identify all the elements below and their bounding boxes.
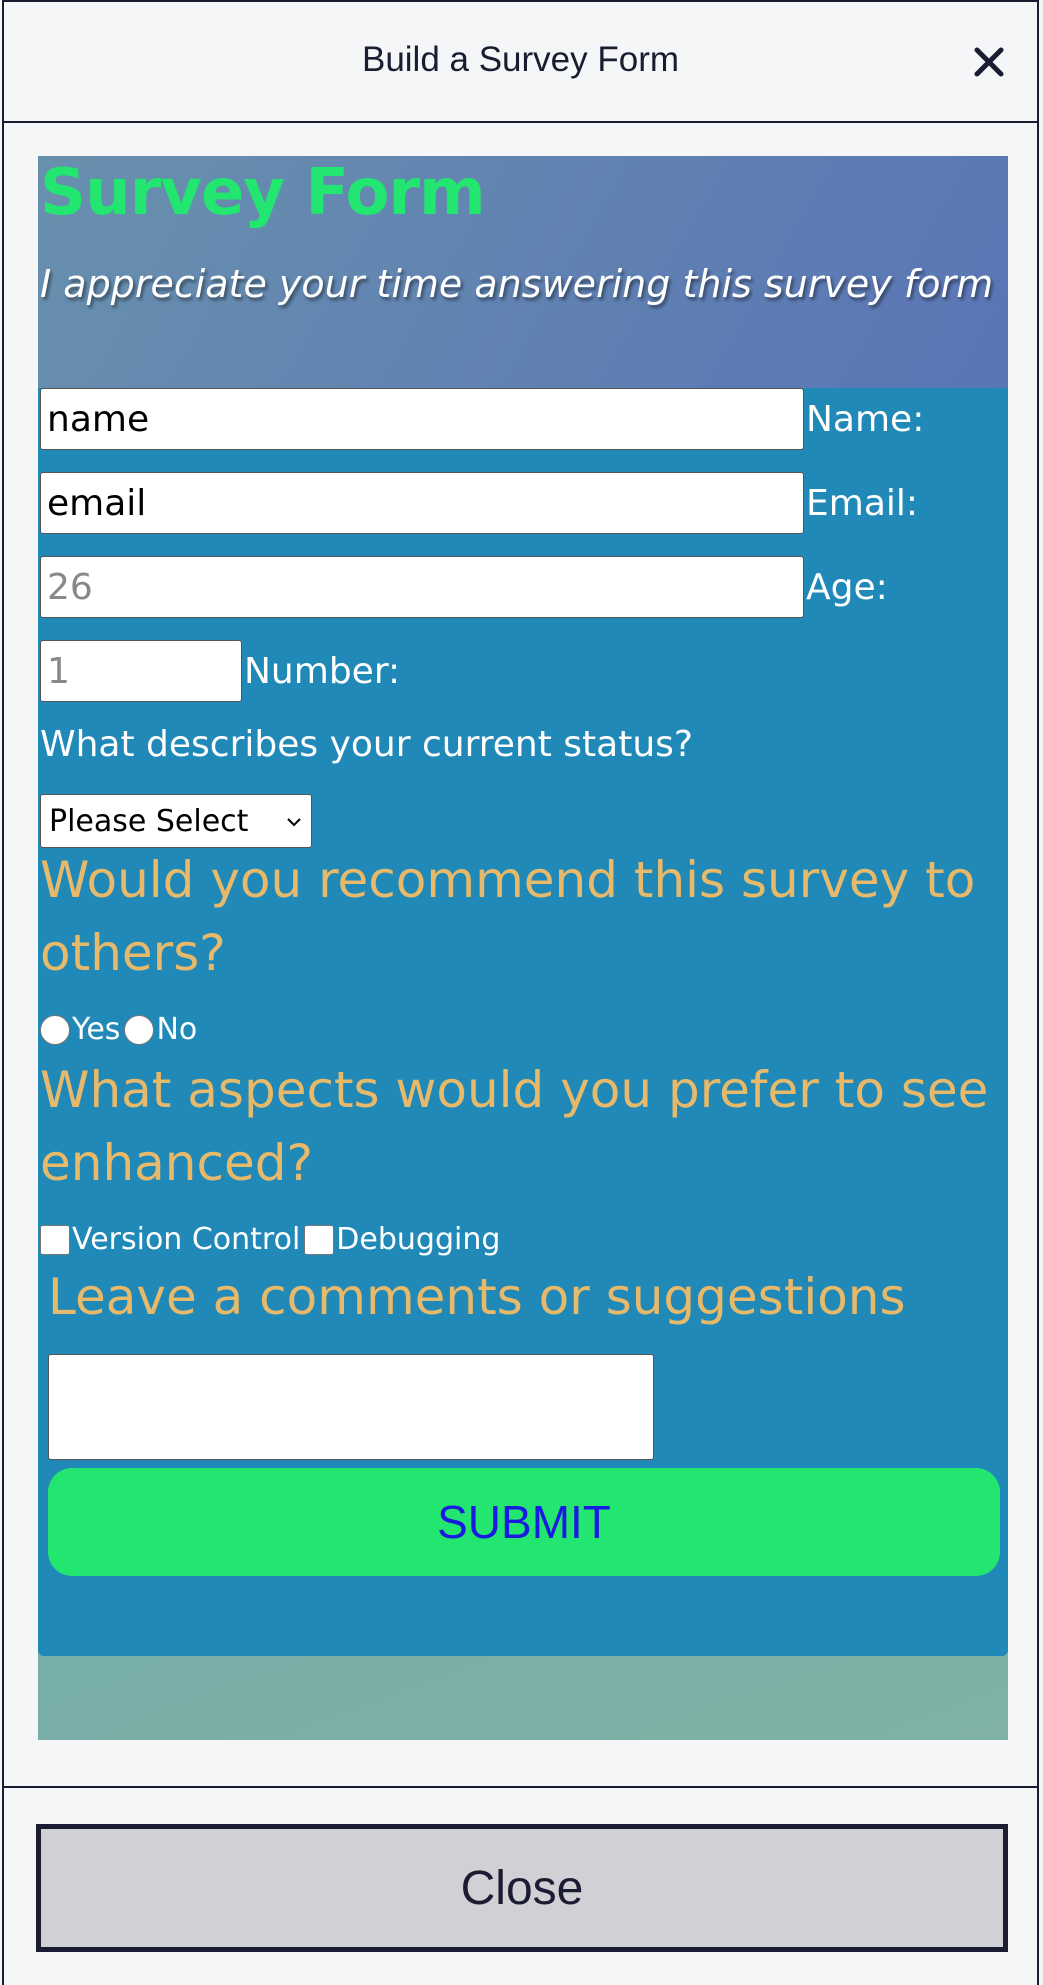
radio-yes[interactable]: [40, 1014, 70, 1045]
submit-button[interactable]: SUBMIT: [48, 1468, 1000, 1576]
comments-textarea[interactable]: [48, 1354, 654, 1460]
name-input[interactable]: [40, 388, 804, 450]
survey-description: I appreciate your time answering this su…: [40, 262, 994, 306]
name-row: Name:: [40, 388, 924, 450]
enhance-question: What aspects would you prefer to see enh…: [40, 1061, 989, 1192]
survey-header: Survey Form I appreciate your time answe…: [38, 156, 1008, 388]
number-input[interactable]: [40, 640, 242, 702]
email-row: Email:: [40, 472, 918, 534]
modal-title: Build a Survey Form: [361, 40, 680, 79]
survey-form: Name: Email: Age: Number: What describes…: [38, 388, 1008, 1656]
survey-title: Survey Form: [40, 156, 486, 230]
checkbox-debugging[interactable]: [304, 1224, 335, 1255]
modal-dialog: Build a Survey Form Survey Form I apprec…: [2, 0, 1039, 1985]
status-question: What describes your current status?: [40, 724, 694, 765]
radio-no-label: No: [156, 1012, 198, 1047]
checkbox-debugging-label: Debugging: [336, 1222, 501, 1257]
close-icon[interactable]: [971, 44, 1007, 80]
enhance-options: Version Control Debugging: [40, 1222, 504, 1257]
radio-yes-label: Yes: [72, 1012, 121, 1047]
chevron-down-icon: [287, 818, 301, 827]
number-label: Number:: [244, 650, 401, 692]
email-input[interactable]: [40, 472, 804, 534]
radio-no[interactable]: [124, 1014, 155, 1045]
checkbox-version-control-label: Version Control: [72, 1222, 301, 1257]
recommend-question: Would you recommend this survey to other…: [40, 851, 976, 982]
age-row: Age:: [40, 556, 888, 618]
modal-header: Build a Survey Form: [4, 0, 1037, 123]
status-select[interactable]: Please Select: [40, 794, 312, 848]
checkbox-version-control[interactable]: [40, 1224, 70, 1255]
status-select-value: Please Select: [49, 803, 249, 839]
close-button[interactable]: Close: [36, 1824, 1008, 1952]
number-row: Number:: [40, 640, 400, 702]
comments-heading: Leave a comments or suggestions: [48, 1268, 906, 1326]
name-label: Name:: [806, 398, 925, 440]
recommend-options: Yes No: [40, 1012, 201, 1047]
age-label: Age:: [806, 566, 888, 608]
email-label: Email:: [806, 482, 919, 524]
modal-footer: Close: [4, 1786, 1037, 1985]
survey-preview: Survey Form I appreciate your time answe…: [38, 156, 1008, 1740]
age-input[interactable]: [40, 556, 804, 618]
